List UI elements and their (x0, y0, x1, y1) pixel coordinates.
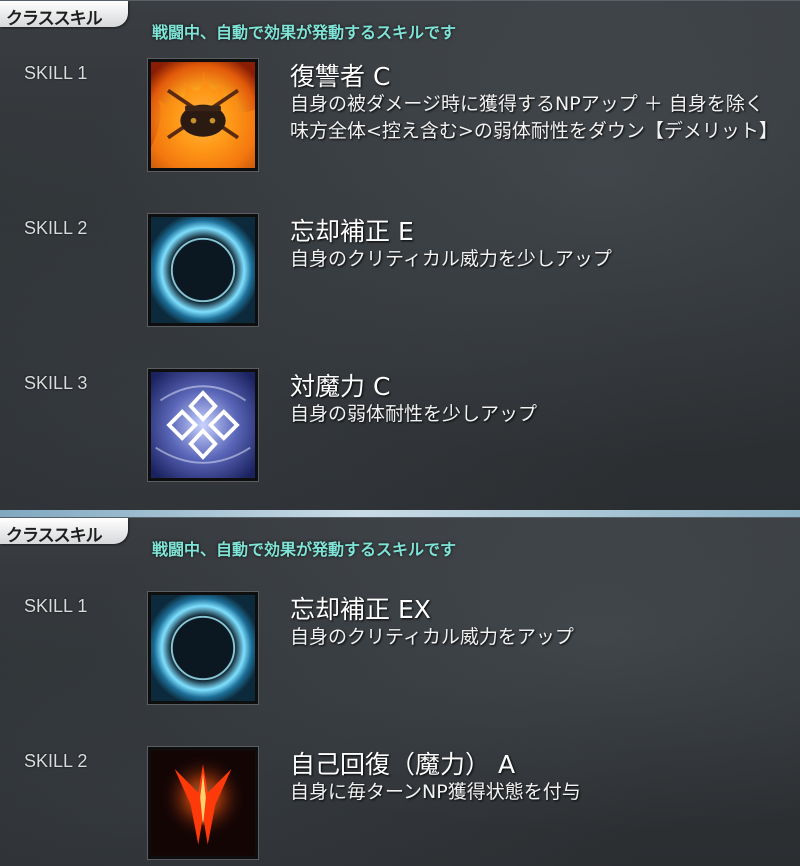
class-skills-panel: クラススキル 戦闘中、自動で効果が発動するスキルです SKILL 1 忘却補正 (0, 517, 800, 866)
magic-resistance-icon (148, 369, 258, 481)
skill-row[interactable]: SKILL 3 対魔力 C 自身の弱体耐性を少しアップ (0, 369, 800, 499)
skill-name: 復讐者 C (290, 62, 391, 91)
skill-slot-label: SKILL 1 (24, 63, 88, 83)
skill-description: 自身の被ダメージ時に獲得するNPアップ ＋ 自身を除く味方全体<控え含む>の弱体… (290, 93, 778, 142)
eclipse-orb-icon (148, 592, 258, 704)
tab-label: クラススキル (6, 9, 103, 29)
avenger-skill-icon (148, 59, 258, 171)
skill-slot-label: SKILL 2 (24, 218, 88, 238)
skill-row[interactable]: SKILL 2 忘却補正 E 自身のクリティカル威力を少しアップ (0, 214, 800, 344)
flame-wings-icon (148, 747, 258, 859)
skill-row[interactable]: SKILL 2 自己回復（魔力） A 自身に毎ターンNP獲得状態を付与 (0, 747, 800, 866)
skill-description: 自身に毎ターンNP獲得状態を付与 (290, 781, 581, 803)
skill-name: 対魔力 C (290, 372, 391, 401)
skill-description: 自身の弱体耐性を少しアップ (290, 403, 538, 425)
tab-label: クラススキル (6, 526, 103, 546)
skill-slot-label: SKILL 2 (24, 751, 88, 771)
skill-slot-label: SKILL 3 (24, 373, 88, 393)
class-skills-panel: クラススキル 戦闘中、自動で効果が発動するスキルです SKILL 1 復讐者 C… (0, 0, 800, 511)
panel-subtitle: 戦闘中、自動で効果が発動するスキルです (152, 23, 457, 42)
panel-subtitle: 戦闘中、自動で効果が発動するスキルです (152, 540, 457, 559)
eclipse-orb-icon (148, 214, 258, 326)
class-skills-tab: クラススキル (0, 518, 128, 546)
skill-name: 忘却補正 EX (290, 595, 431, 624)
skill-slot-label: SKILL 1 (24, 596, 88, 616)
skill-description: 自身のクリティカル威力を少しアップ (290, 248, 612, 270)
class-skills-tab: クラススキル (0, 1, 128, 29)
skill-row[interactable]: SKILL 1 復讐者 C 自身の被ダメージ時に獲得するNPアップ ＋ 自身を除… (0, 59, 800, 189)
skill-description: 自身のクリティカル威力をアップ (290, 626, 574, 648)
skill-row[interactable]: SKILL 1 忘却補正 EX 自身のクリティカル威力をアップ (0, 592, 800, 722)
skill-name: 自己回復（魔力） A (290, 750, 516, 779)
panel-divider (0, 510, 800, 517)
skill-name: 忘却補正 E (290, 217, 414, 246)
